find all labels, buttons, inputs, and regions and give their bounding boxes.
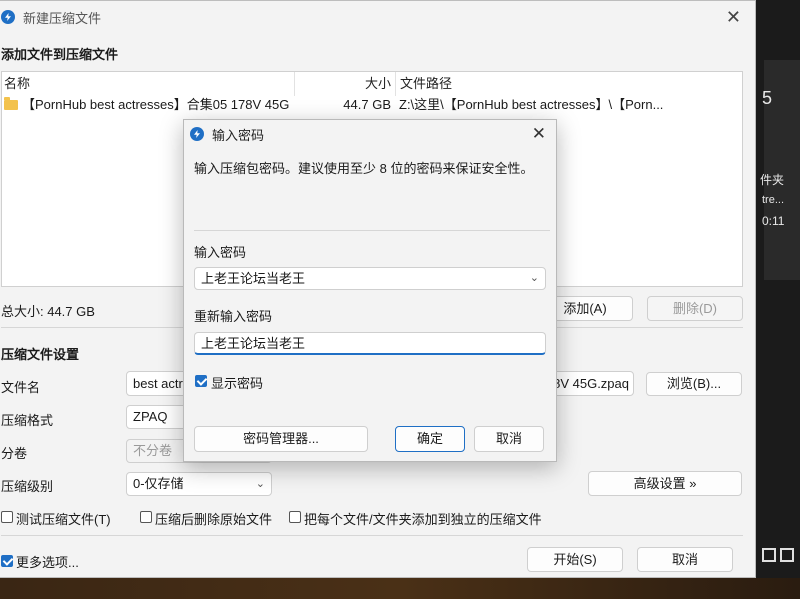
background-window: 5 件夹 tre... 0:11: [752, 0, 800, 599]
restore-icon[interactable]: [762, 548, 776, 562]
divider: [194, 230, 550, 231]
delete-button[interactable]: 删除(D): [647, 296, 743, 321]
level-label: 压缩级别: [1, 479, 54, 494]
start-button[interactable]: 开始(S): [527, 547, 623, 572]
split-label: 分卷: [1, 446, 28, 461]
file-size: 44.7 GB: [343, 97, 391, 112]
format-value: ZPAQ: [133, 409, 168, 424]
background-text: 件夹: [760, 173, 785, 187]
maximize-icon[interactable]: [780, 548, 794, 562]
taskbar-strip: [0, 578, 800, 599]
column-header-name[interactable]: 名称: [2, 72, 295, 96]
dialog-titlebar: 输入密码 ✕: [184, 120, 556, 148]
dialog-cancel-button[interactable]: 取消: [474, 426, 544, 452]
password-label: 输入密码: [194, 245, 247, 260]
format-label: 压缩格式: [1, 413, 54, 428]
close-icon[interactable]: ✕: [532, 124, 546, 144]
more-options-checkbox[interactable]: [1, 555, 13, 567]
background-window-buttons: [762, 548, 794, 562]
divider: [1, 535, 743, 536]
background-text: 0:11: [762, 214, 785, 228]
background-text: tre...: [762, 194, 785, 206]
column-header-size[interactable]: 大小: [295, 72, 396, 96]
password-manager-button[interactable]: 密码管理器...: [194, 426, 368, 452]
file-name: 【PornHub best actresses】合集05 178V 45G: [22, 97, 290, 112]
folder-icon: [4, 97, 18, 110]
more-options-label[interactable]: 更多选项...: [16, 552, 79, 571]
background-text: 5: [762, 88, 773, 108]
archive-settings-heading: 压缩文件设置: [1, 347, 80, 362]
separate-archives-checkbox[interactable]: [289, 511, 301, 523]
test-archive-checkbox[interactable]: [1, 511, 13, 523]
separate-archives-label[interactable]: 把每个文件/文件夹添加到独立的压缩文件: [304, 509, 542, 528]
close-icon[interactable]: ✕: [726, 7, 741, 28]
advanced-settings-button[interactable]: 高级设置 »: [588, 471, 742, 496]
password-input[interactable]: 上老王论坛当老王 ⌄: [194, 267, 546, 290]
window-title: 新建压缩文件: [23, 10, 102, 26]
confirm-password-input[interactable]: 上老王论坛当老王: [194, 332, 546, 355]
password-value: 上老王论坛当老王: [201, 271, 306, 286]
test-archive-label[interactable]: 测试压缩文件(T): [16, 509, 111, 528]
show-password-checkbox[interactable]: [195, 375, 207, 387]
level-value: 0-仅存储: [133, 476, 184, 491]
dialog-description: 输入压缩包密码。建议使用至少 8 位的密码来保证安全性。: [194, 161, 534, 176]
level-select[interactable]: 0-仅存储 ⌄: [126, 472, 272, 496]
cancel-button[interactable]: 取消: [637, 547, 733, 572]
total-size: 总大小: 44.7 GB: [1, 304, 95, 319]
app-logo-icon: [190, 127, 204, 141]
ok-button[interactable]: 确定: [395, 426, 465, 452]
dialog-title: 输入密码: [212, 127, 265, 143]
file-path: Z:\这里\【PornHub best actresses】\【Porn...: [399, 97, 664, 112]
delete-original-label[interactable]: 压缩后删除原始文件: [155, 509, 272, 528]
delete-original-checkbox[interactable]: [140, 511, 152, 523]
confirm-password-value: 上老王论坛当老王: [201, 336, 306, 351]
show-password-label[interactable]: 显示密码: [211, 373, 263, 392]
app-logo-icon: [1, 10, 15, 24]
password-dialog: 输入密码 ✕ 输入压缩包密码。建议使用至少 8 位的密码来保证安全性。 输入密码…: [183, 119, 557, 462]
chevron-down-icon: ⌄: [255, 478, 265, 490]
filename-label: 文件名: [1, 380, 41, 395]
split-value: 不分卷: [133, 443, 173, 458]
list-item[interactable]: 【PornHub best actresses】合集05 178V 45G 44…: [2, 96, 742, 114]
window-titlebar: 新建压缩文件 ✕: [0, 1, 755, 33]
confirm-password-label: 重新输入密码: [194, 309, 273, 324]
filename-value-start: best actr: [133, 376, 183, 391]
add-files-heading: 添加文件到压缩文件: [1, 47, 119, 62]
file-list-header: 名称 大小 文件路径: [2, 72, 742, 96]
column-header-path[interactable]: 文件路径: [396, 72, 452, 96]
chevron-down-icon[interactable]: ⌄: [530, 268, 539, 289]
filename-value-end: 8V 45G.zpaq: [553, 376, 629, 391]
browse-button[interactable]: 浏览(B)...: [646, 372, 742, 396]
